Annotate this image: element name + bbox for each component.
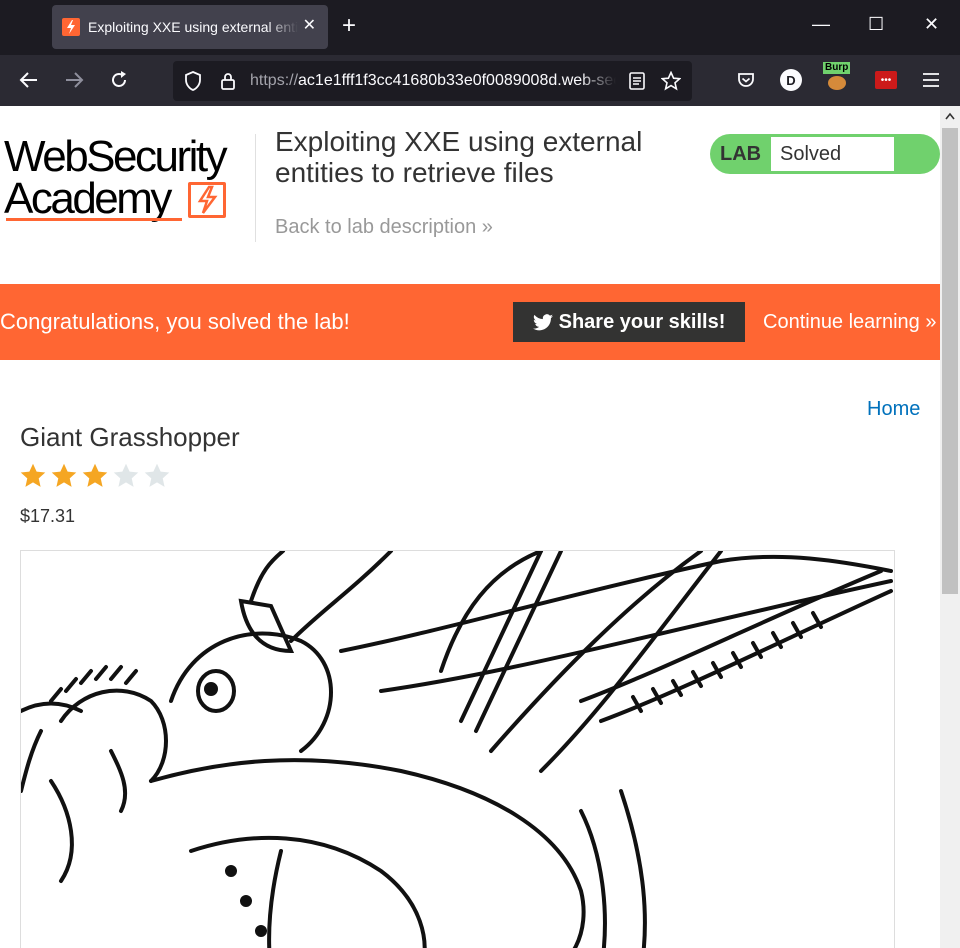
reload-icon[interactable] bbox=[107, 68, 131, 92]
browser-toolbar: https://ac1e1fff1f3cc41680b33e0f0089008d… bbox=[0, 55, 960, 106]
forward-icon[interactable] bbox=[62, 68, 86, 92]
grasshopper-illustration bbox=[21, 551, 893, 948]
back-icon[interactable] bbox=[17, 68, 41, 92]
product-price: $17.31 bbox=[20, 506, 76, 526]
header-divider bbox=[255, 134, 256, 242]
product-name: Giant Grasshopper bbox=[20, 422, 240, 452]
congratulations-message: Congratulations, you solved the lab! bbox=[0, 309, 350, 334]
twitter-icon bbox=[532, 313, 553, 330]
pocket-icon[interactable] bbox=[734, 68, 758, 92]
password-manager-icon[interactable]: ••• bbox=[874, 68, 898, 92]
address-bar[interactable]: https://ac1e1fff1f3cc41680b33e0f0089008d… bbox=[173, 61, 692, 101]
home-link[interactable]: Home bbox=[867, 398, 920, 421]
page-scrollbar[interactable] bbox=[940, 106, 960, 948]
lab-label: LAB bbox=[720, 143, 762, 165]
shield-icon[interactable] bbox=[181, 69, 205, 93]
star-icon bbox=[20, 463, 46, 487]
share-skills-button[interactable]: Share your skills! bbox=[513, 302, 745, 342]
maximize-icon[interactable]: ☐ bbox=[868, 14, 884, 34]
url-text[interactable]: https://ac1e1fff1f3cc41680b33e0f0089008d… bbox=[250, 72, 616, 90]
lab-solved-banner: Congratulations, you solved the lab! Sha… bbox=[0, 284, 940, 360]
lab-title: Exploiting XXE using external entities t… bbox=[275, 126, 643, 188]
favicon-icon bbox=[62, 18, 80, 36]
tab-title: Exploiting XXE using external entities t… bbox=[88, 19, 298, 35]
account-avatar-icon[interactable]: D bbox=[779, 68, 803, 92]
lab-status-text: Solved bbox=[771, 137, 894, 171]
scrollbar-thumb[interactable] bbox=[942, 128, 958, 594]
scroll-up-icon[interactable] bbox=[940, 108, 960, 124]
window-close-icon[interactable]: ✕ bbox=[924, 14, 939, 34]
star-icon bbox=[144, 463, 170, 487]
new-tab-icon[interactable]: + bbox=[342, 14, 356, 38]
star-icon bbox=[82, 463, 108, 487]
continue-learning-link[interactable]: Continue learning » bbox=[763, 310, 936, 334]
lock-icon[interactable] bbox=[216, 69, 240, 93]
menu-icon[interactable] bbox=[919, 68, 943, 92]
browser-tab[interactable]: Exploiting XXE using external entities t… bbox=[52, 5, 328, 49]
minimize-icon[interactable]: — bbox=[812, 14, 830, 34]
lab-status-badge: LAB Solved bbox=[710, 134, 940, 174]
burp-extension-icon[interactable]: Burp bbox=[823, 62, 851, 92]
share-skills-label: Share your skills! bbox=[558, 310, 726, 333]
bookmark-star-icon[interactable] bbox=[659, 69, 683, 93]
lightning-bolt-icon bbox=[188, 182, 226, 218]
close-tab-icon[interactable]: ✕ bbox=[303, 18, 316, 34]
product-image bbox=[20, 550, 895, 948]
back-to-lab-description-link[interactable]: Back to lab description » bbox=[275, 216, 493, 239]
star-icon bbox=[51, 463, 77, 487]
star-icon bbox=[113, 463, 139, 487]
reader-view-icon[interactable] bbox=[625, 69, 649, 93]
page-content: WebSecurity Academy Exploiting XXE using… bbox=[0, 106, 940, 948]
product-rating bbox=[19, 462, 171, 490]
web-security-academy-logo[interactable]: WebSecurity Academy bbox=[4, 134, 254, 222]
browser-tab-bar: Exploiting XXE using external entities t… bbox=[0, 0, 960, 55]
